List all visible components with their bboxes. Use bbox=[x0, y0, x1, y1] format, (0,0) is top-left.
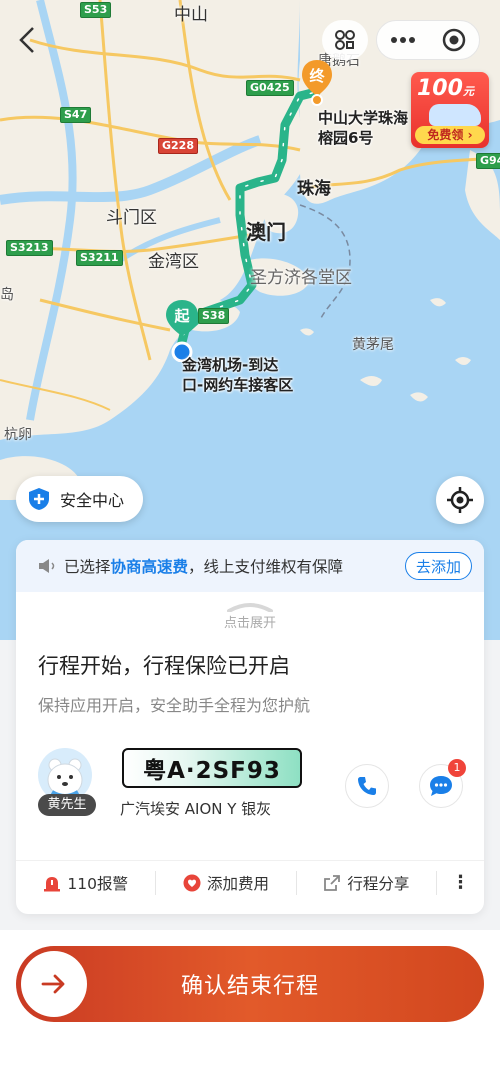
road-badge-s53: S53 bbox=[80, 2, 112, 18]
confirm-end-trip-label: 确认结束行程 bbox=[180, 974, 319, 999]
map-label-hangluan: 杭卵 bbox=[4, 427, 32, 443]
confirm-end-trip-button[interactable]: 确认结束行程 bbox=[16, 946, 484, 1022]
scan-button[interactable] bbox=[322, 20, 368, 60]
end-place-label: 中山大学珠海 榕园6号 bbox=[318, 109, 409, 147]
trip-actions: 110报警 添加费用 行程分享 ⋮ bbox=[16, 860, 484, 904]
driver-name: 黄先生 bbox=[38, 794, 96, 816]
map-label-jinwan: 金湾区 bbox=[148, 252, 199, 272]
unread-badge: 1 bbox=[448, 759, 466, 777]
car-model: 广汽埃安 AION Y 银灰 bbox=[120, 800, 272, 818]
message-driver-button[interactable]: 1 bbox=[419, 759, 466, 808]
map-label-cotai: 圣方济各堂区 bbox=[250, 268, 352, 288]
promo-cta: 免费领 › bbox=[415, 126, 485, 144]
notice-suffix: ，线上支付维权有保障 bbox=[188, 558, 344, 576]
share-trip-label: 行程分享 bbox=[347, 874, 410, 893]
fee-icon bbox=[183, 874, 201, 891]
add-fee-action[interactable]: 添加费用 bbox=[155, 870, 295, 895]
call-driver-button[interactable] bbox=[345, 764, 389, 808]
alarm-110-button[interactable]: 110报警 bbox=[16, 871, 155, 895]
end-marker-label: 终 bbox=[309, 67, 325, 85]
capsule-pill bbox=[376, 20, 480, 60]
end-marker: 终 bbox=[302, 60, 332, 106]
road-badge-g94: G94 bbox=[476, 153, 500, 169]
chevron-left-icon bbox=[19, 27, 34, 53]
highway-fee-notice: 已选择 协商高速费 ，线上支付维权有保障 去添加 bbox=[16, 540, 484, 592]
more-dots-icon[interactable] bbox=[390, 36, 416, 44]
more-actions-button[interactable]: ⋮ bbox=[435, 870, 484, 895]
map-label-zhongshan: 中山 bbox=[174, 5, 208, 25]
chat-icon bbox=[430, 776, 452, 796]
share-icon bbox=[324, 874, 341, 891]
chevron-up-icon bbox=[227, 603, 273, 612]
promo-amount-value: 100 bbox=[417, 76, 463, 101]
speaker-icon bbox=[39, 559, 55, 573]
bottom-bar: 确认结束行程 bbox=[0, 930, 500, 1074]
trip-status-subtitle: 保持应用开启，安全助手全程为您护航 bbox=[38, 696, 311, 715]
start-marker: 起 bbox=[166, 300, 198, 363]
shield-icon bbox=[29, 488, 49, 510]
map-label-zhuhai: 珠海 bbox=[297, 179, 331, 199]
trip-card: 已选择 协商高速费 ，线上支付维权有保障 去添加 点击展开 行程开始，行程保险已开启… bbox=[16, 540, 484, 914]
share-trip-button[interactable]: 行程分享 bbox=[295, 870, 436, 895]
road-badge-g0425: G0425 bbox=[246, 80, 294, 96]
road-badge-s47: S47 bbox=[60, 107, 92, 123]
locate-icon bbox=[447, 487, 473, 513]
expand-handle[interactable]: 点击展开 bbox=[16, 592, 484, 642]
road-badge-g228: G228 bbox=[158, 138, 198, 154]
trip-status-title: 行程开始，行程保险已开启 bbox=[38, 654, 290, 678]
phone-icon bbox=[358, 777, 376, 795]
safety-center-label: 安全中心 bbox=[60, 491, 125, 510]
license-plate: 粤A·2SF93 bbox=[122, 748, 302, 788]
coupon-promo[interactable]: 100元 免费领 › bbox=[411, 72, 489, 148]
alarm-110-label: 110报警 bbox=[67, 874, 128, 893]
map-label-dao: 岛 bbox=[0, 287, 14, 303]
map-label-macau: 澳门 bbox=[246, 220, 286, 244]
add-fee-label: 添加费用 bbox=[206, 874, 269, 893]
road-badge-s3211: S3211 bbox=[76, 250, 123, 266]
add-fee-button[interactable]: 去添加 bbox=[404, 552, 472, 580]
mini-program-capsule bbox=[322, 20, 480, 60]
notice-prefix: 已选择 bbox=[64, 558, 111, 576]
scan-icon bbox=[335, 30, 355, 50]
start-marker-label: 起 bbox=[174, 307, 190, 325]
expand-text: 点击展开 bbox=[223, 616, 276, 631]
close-target-icon[interactable] bbox=[442, 28, 466, 52]
map-label-huangmaowei: 黄茅尾 bbox=[352, 337, 394, 353]
start-place-label: 金湾机场-到达 口-网约车接客区 bbox=[182, 356, 294, 394]
driver-info: 黄先生 粤A·2SF93 广汽埃安 AION Y 银灰 1 bbox=[16, 744, 484, 820]
safety-center-button[interactable]: 安全中心 bbox=[16, 476, 143, 522]
promo-unit: 元 bbox=[462, 85, 474, 98]
back-button[interactable] bbox=[12, 22, 42, 58]
promo-cta-label: 免费领 bbox=[427, 128, 464, 142]
road-badge-s38: S38 bbox=[198, 308, 230, 324]
notice-highlight: 协商高速费 bbox=[110, 558, 189, 576]
road-badge-s3213: S3213 bbox=[6, 240, 53, 256]
map-label-doumen: 斗门区 bbox=[106, 208, 157, 228]
locate-button[interactable] bbox=[436, 476, 484, 524]
alarm-icon bbox=[44, 876, 61, 891]
car-icon bbox=[429, 104, 481, 126]
promo-amount: 100元 bbox=[417, 76, 474, 101]
